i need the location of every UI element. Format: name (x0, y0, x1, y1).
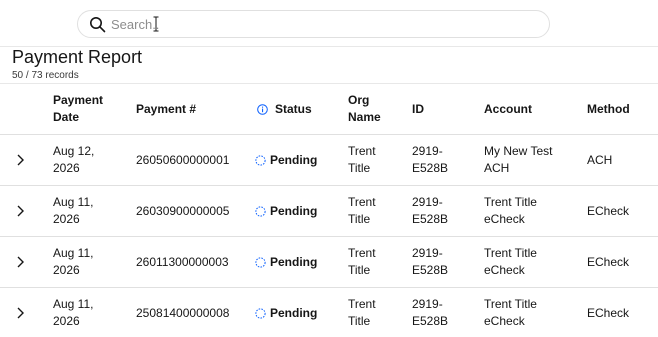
column-header-method[interactable]: Method (587, 84, 630, 134)
status-badge: Pending (255, 186, 317, 236)
payment-date: Aug 11, 2026 (53, 246, 94, 277)
pending-status-icon (255, 205, 266, 217)
org-id: 2919- E528B (412, 195, 449, 226)
payment-number: 26011300000003 (136, 254, 229, 269)
table-header: Payment Date Payment # Status Org Name I… (0, 84, 658, 134)
search-input[interactable] (111, 14, 531, 34)
chevron-right-icon[interactable] (15, 306, 25, 320)
org-id: 2919- E528B (412, 246, 449, 277)
account: My New Test ACH (484, 144, 553, 175)
info-icon[interactable] (257, 103, 268, 115)
column-header-id[interactable]: ID (412, 84, 424, 134)
org-id: 2919- E528B (412, 297, 449, 328)
chevron-right-icon[interactable] (15, 204, 25, 218)
payment-date: Aug 11, 2026 (53, 297, 94, 328)
payment-method: ECheck (587, 203, 630, 218)
search-icon (90, 17, 106, 33)
search-bar[interactable] (77, 10, 550, 38)
payment-method: ECheck (587, 254, 630, 269)
column-header-payment-date[interactable]: Payment Date (53, 84, 103, 134)
chevron-right-icon[interactable] (15, 153, 25, 167)
pending-status-icon (255, 154, 266, 166)
column-header-status[interactable]: Status (257, 84, 312, 134)
org-id: 2919- E528B (412, 144, 449, 175)
account: Trent Title eCheck (484, 195, 537, 226)
account: Trent Title eCheck (484, 246, 537, 277)
org-name: Trent Title (348, 195, 376, 226)
payment-method: ACH (587, 152, 613, 167)
table-row[interactable]: Aug 11, 2026 26011300000003 Pending Trent… (0, 237, 658, 288)
column-header-payment-number[interactable]: Payment # (136, 84, 196, 134)
column-header-account[interactable]: Account (484, 84, 532, 134)
column-header-org-name[interactable]: Org Name (348, 84, 381, 134)
payment-date: Aug 12, 2026 (53, 144, 95, 175)
org-name: Trent Title (348, 246, 376, 277)
payment-method: ECheck (587, 305, 630, 320)
status-badge: Pending (255, 135, 317, 185)
payment-number: 25081400000008 (136, 305, 230, 320)
org-name: Trent Title (348, 297, 376, 328)
status-badge: Pending (255, 237, 317, 287)
account: Trent Title eCheck (484, 297, 537, 328)
payment-number: 26050600000001 (136, 152, 230, 167)
table-row[interactable]: Aug 12, 2026 26050600000001 Pending Trent… (0, 135, 658, 186)
payment-date: Aug 11, 2026 (53, 195, 94, 226)
text-cursor-icon (153, 16, 159, 32)
table-row[interactable]: Aug 11, 2026 25081400000008 Pending Trent… (0, 288, 658, 337)
chevron-right-icon[interactable] (15, 255, 25, 269)
pending-status-icon (255, 256, 266, 268)
record-count: 50 / 73 records (12, 70, 79, 81)
pending-status-icon (255, 307, 266, 319)
status-badge: Pending (255, 288, 317, 337)
table-row[interactable]: Aug 11, 2026 26030900000005 Pending Trent… (0, 186, 658, 237)
org-name: Trent Title (348, 144, 376, 175)
payment-number: 26030900000005 (136, 203, 230, 218)
page-title: Payment Report (12, 47, 143, 67)
